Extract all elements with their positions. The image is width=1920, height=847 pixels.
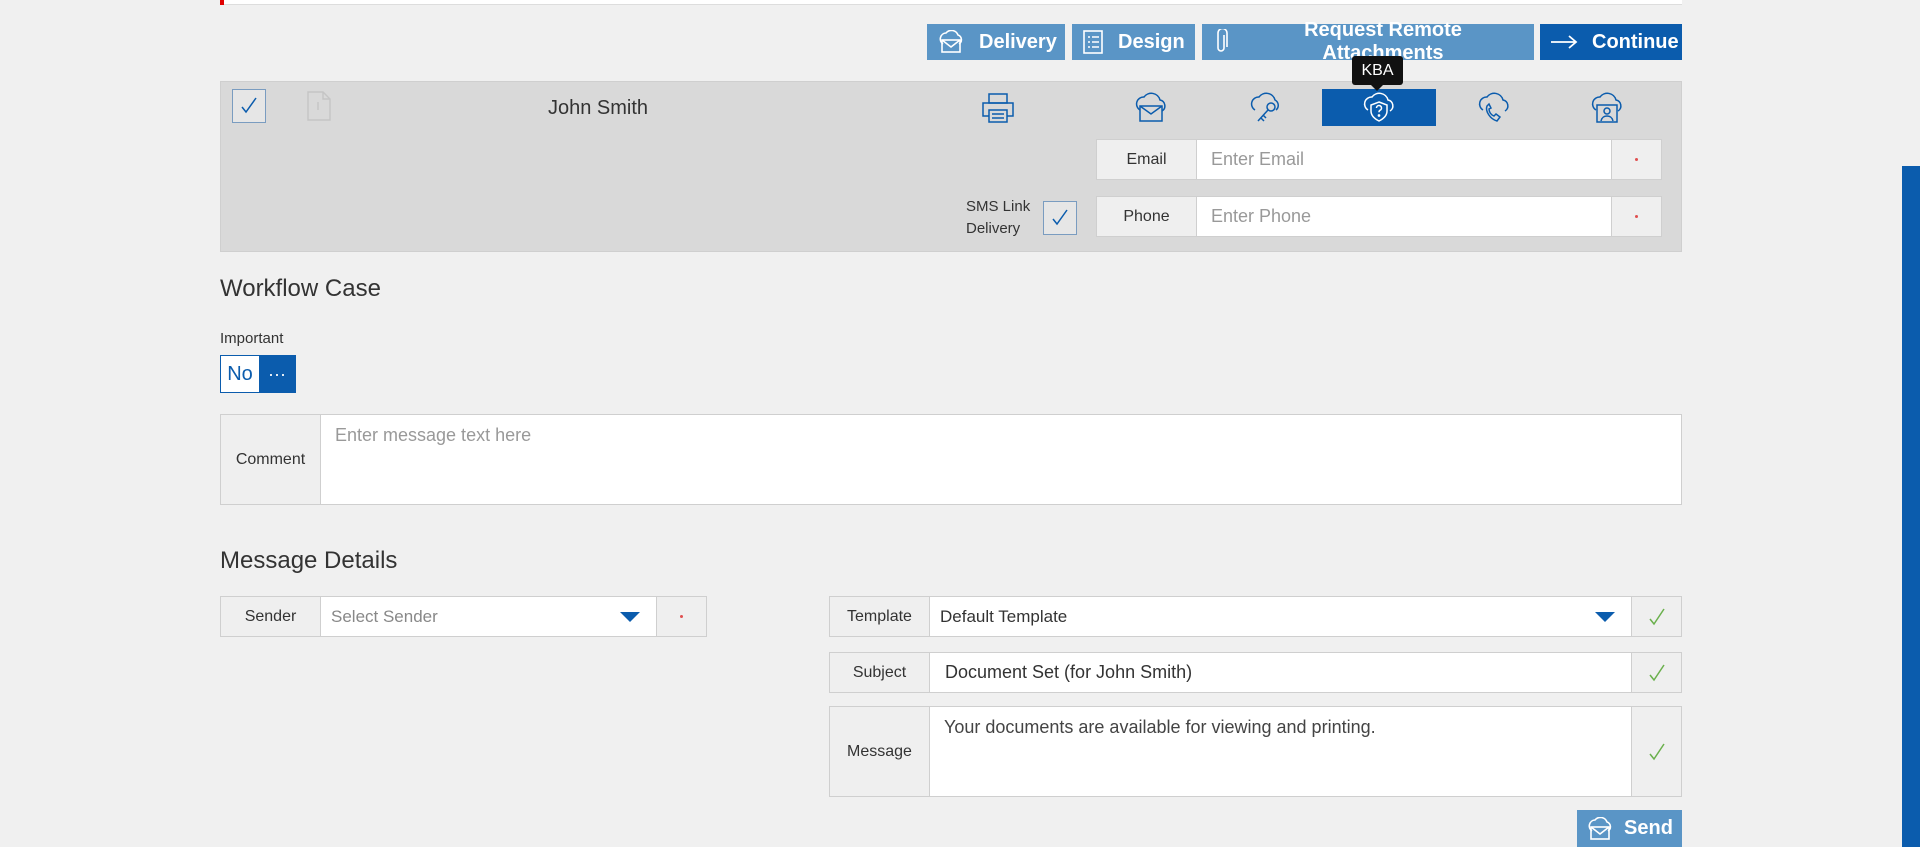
email-required-indicator [1611,140,1661,179]
arrow-right-icon [1551,35,1578,49]
cloud-key-icon [1250,92,1279,122]
phone-row: Phone [1096,196,1662,237]
phone-label: Phone [1097,197,1197,236]
comment-box: Comment [220,414,1682,505]
top-strip-marker [220,0,224,5]
method-password[interactable] [1208,89,1322,126]
sms-link-delivery-label: SMS Link Delivery [966,198,1031,237]
document-list-icon [1083,30,1103,54]
checkmark-icon [1052,209,1068,226]
important-label: Important [220,330,284,347]
important-more-button[interactable]: ··· [259,356,295,392]
sender-required-indicator [656,597,706,636]
message-label: Message [830,707,930,796]
sender-select[interactable]: Select Sender [321,597,656,636]
phone-input[interactable] [1197,197,1611,236]
important-value[interactable]: No [221,356,259,392]
sender-row: Sender Select Sender [220,596,707,637]
method-email[interactable] [1094,89,1208,126]
template-label: Template [830,597,930,636]
method-print[interactable] [941,89,1055,126]
subject-input[interactable]: Document Set (for John Smith) [930,653,1631,692]
document-order-icon [306,90,332,127]
subject-row: Subject Document Set (for John Smith) [829,652,1682,693]
message-textarea[interactable]: Your documents are available for viewing… [930,707,1631,796]
cloud-mail-icon [1588,816,1612,840]
checkmark-icon [1648,608,1665,625]
important-toggle[interactable]: No ··· [220,355,296,393]
email-row: Email [1096,139,1662,180]
checkmark-icon [241,97,257,114]
scrollbar-thumb[interactable] [1902,166,1920,847]
checkmark-icon [1648,664,1665,681]
continue-button[interactable]: Continue [1540,24,1682,60]
template-row: Template Default Template [829,596,1682,637]
comment-textarea[interactable] [321,415,1681,504]
design-button[interactable]: Design [1072,24,1195,60]
checkmark-icon [1648,743,1665,760]
subject-valid-indicator [1631,653,1681,692]
printer-icon [982,92,1014,123]
request-remote-attachments-button[interactable]: Request Remote Attachments [1202,19,1534,64]
sender-label: Sender [221,597,321,636]
cloud-mail-icon [939,30,963,53]
kba-tooltip: KBA [1352,56,1403,91]
delivery-label: Delivery [979,30,1057,53]
method-kba[interactable] [1322,89,1436,126]
send-label: Send [1624,817,1673,839]
subject-label: Subject [830,653,930,692]
continue-label: Continue [1592,30,1679,53]
workflow-case-title: Workflow Case [220,275,381,302]
cloud-mail-icon [1135,92,1166,122]
top-strip [220,0,1682,5]
email-label: Email [1097,140,1197,179]
recipient-name: John Smith [548,97,649,119]
chevron-down-icon [620,611,640,622]
method-phone[interactable] [1436,89,1550,126]
email-input[interactable] [1197,140,1611,179]
message-details-title: Message Details [220,547,398,574]
message-valid-indicator [1631,707,1681,796]
recipient-select-checkbox[interactable] [232,89,266,123]
phone-required-indicator [1611,197,1661,236]
message-row: Message Your documents are available for… [829,706,1682,797]
cloud-phone-icon [1478,92,1509,122]
method-identity[interactable] [1550,89,1664,126]
comment-label: Comment [221,415,321,504]
chevron-down-icon [1595,611,1615,622]
template-valid-indicator [1631,597,1681,636]
sms-link-delivery-checkbox[interactable] [1043,201,1077,235]
paperclip-icon [1217,29,1228,52]
delivery-button[interactable]: Delivery [927,24,1065,60]
cloud-shield-question-icon [1363,92,1394,122]
design-label: Design [1118,30,1185,53]
template-select[interactable]: Default Template [930,597,1631,636]
send-button[interactable]: Send [1577,810,1682,847]
cloud-person-icon [1591,92,1622,123]
